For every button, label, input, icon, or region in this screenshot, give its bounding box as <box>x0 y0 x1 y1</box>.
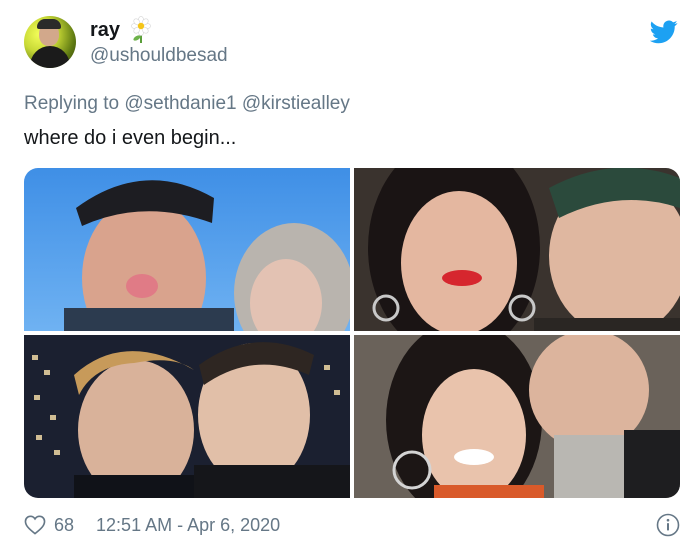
photo-bottom-left[interactable] <box>24 335 350 498</box>
like-count: 68 <box>54 514 75 535</box>
display-name[interactable]: ray <box>90 19 120 42</box>
replying-to-label: Replying to <box>24 93 120 114</box>
mention-link-sethdanie1[interactable]: @sethdanie1 <box>124 93 236 114</box>
photo-bottom-right[interactable] <box>354 335 680 498</box>
author-names: ray @ushouldbesad <box>90 16 228 67</box>
replying-to-line: Replying to @sethdanie1 @kirstiealley <box>24 93 350 115</box>
heart-icon[interactable] <box>24 515 46 535</box>
tweet-footer: 68 12:51 AM - Apr 6, 2020 <box>24 512 680 538</box>
avatar[interactable] <box>24 16 76 68</box>
media-grid <box>24 168 680 498</box>
info-icon[interactable] <box>656 513 680 537</box>
tweet-text: where do i even begin... <box>24 127 237 149</box>
photo-top-left[interactable] <box>24 168 350 331</box>
tweet-card: ray @ushouldbesad Replying to @sethdanie… <box>0 0 700 553</box>
daisy-flower-icon <box>130 16 152 44</box>
user-handle[interactable]: @ushouldbesad <box>90 45 228 67</box>
timestamp[interactable]: 12:51 AM - Apr 6, 2020 <box>96 515 280 536</box>
photo-top-right[interactable] <box>354 168 680 331</box>
twitter-bird-icon[interactable] <box>649 20 678 44</box>
tweet-header: ray @ushouldbesad <box>24 16 228 68</box>
mention-link-kirstiealley[interactable]: @kirstiealley <box>242 93 350 114</box>
